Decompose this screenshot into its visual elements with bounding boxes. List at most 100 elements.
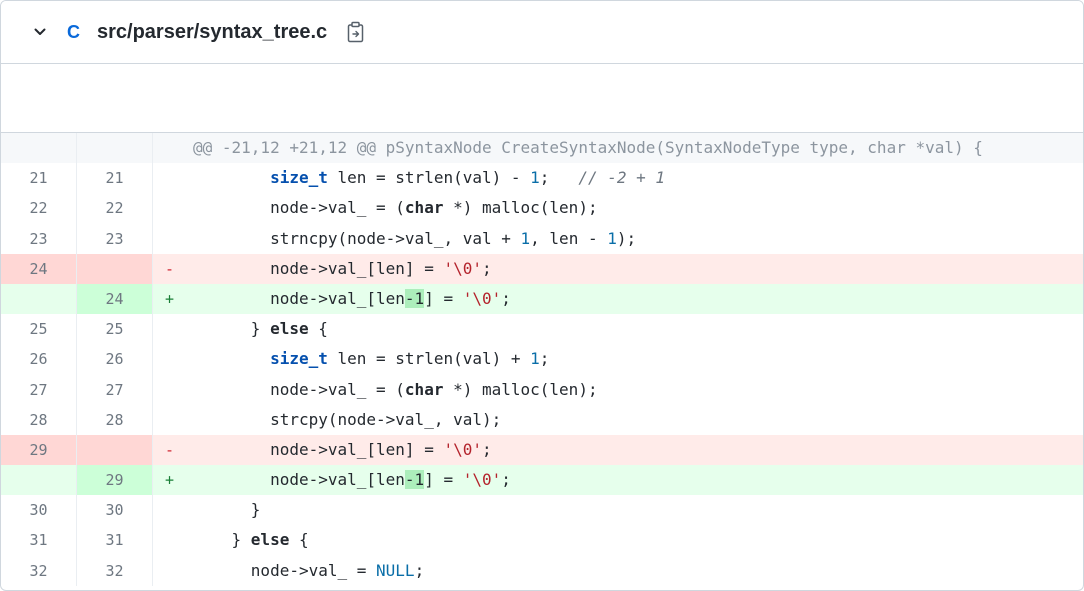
code-token: 1	[607, 228, 617, 248]
code-line: - node->val_[len] = '\0';	[153, 434, 1083, 466]
code-token: '\0'	[443, 439, 482, 459]
context-line: 32 32 node->val_ = NULL;	[1, 555, 1083, 586]
code-token: node->val_ =	[250, 560, 377, 580]
code-token: ;	[481, 258, 492, 278]
code-line: node->val_ = (char *) malloc(len);	[153, 193, 1083, 223]
deleted-line: 24 - node->val_[len] = '\0';	[1, 253, 1083, 284]
context-line: 22 22 node->val_ = (char *) malloc(len);	[1, 193, 1083, 224]
new-line-number[interactable]: 29	[77, 465, 153, 496]
code-token: );	[616, 228, 637, 248]
old-line-number[interactable]: 29	[1, 434, 77, 466]
new-line-number[interactable]: 27	[77, 374, 153, 405]
new-line-number[interactable]: 25	[77, 314, 153, 345]
diff-marker: -	[165, 259, 175, 278]
context-line: 21 21 size_t len = strlen(val) - 1; // -2…	[1, 163, 1083, 194]
new-line-number[interactable]: 32	[77, 555, 153, 586]
code-line: } else {	[153, 525, 1083, 555]
code-token: len = strlen(val) -	[327, 168, 531, 188]
old-line-number[interactable]: 22	[1, 193, 77, 224]
code-token: node->	[270, 198, 328, 218]
code-token: 1	[520, 228, 531, 248]
context-line: 25 25 } else {	[1, 314, 1083, 345]
old-line-number[interactable]: 21	[1, 163, 77, 194]
new-line-number[interactable]: 23	[77, 223, 153, 254]
code-token: else	[270, 319, 309, 339]
expand-context-bar[interactable]	[1, 64, 1083, 133]
hunk-header-row: @@ -21,12 +21,12 @@ pSyntaxNode CreateSy…	[1, 133, 1083, 164]
code-token: ;	[539, 349, 550, 369]
new-line-number[interactable]: 24	[77, 283, 153, 315]
diff-file: C src/parser/syntax_tree.c @@ -21,12 +21…	[0, 0, 1084, 591]
new-line-number[interactable]: 26	[77, 344, 153, 375]
code-token: node->val_[len] =	[270, 258, 444, 278]
new-line-number[interactable]: 22	[77, 193, 153, 224]
code-token: '\0'	[462, 288, 502, 308]
code-line: + node->val_[len-1] = '\0';	[153, 465, 1083, 496]
code-token: *) malloc(len);	[443, 198, 598, 218]
old-line-number[interactable]: 26	[1, 344, 77, 375]
code-token: {	[289, 530, 309, 550]
context-line: 30 30 }	[1, 495, 1083, 526]
file-path[interactable]: src/parser/syntax_tree.c	[97, 21, 327, 44]
code-token: node->val_[len	[270, 470, 405, 490]
old-line-number[interactable]: 31	[1, 525, 77, 556]
code-token: *) malloc(len);	[443, 379, 598, 399]
old-line-number[interactable]: 30	[1, 495, 77, 526]
code-token: {	[308, 319, 328, 339]
new-line-number[interactable]: 31	[77, 525, 153, 556]
language-badge: C	[67, 21, 80, 42]
code-token: 1	[530, 349, 540, 369]
code-token: ;	[501, 288, 511, 308]
hunk-header-text: @@ -21,12 +21,12 @@ pSyntaxNode CreateSy…	[193, 138, 983, 157]
old-line-number[interactable]: 25	[1, 314, 77, 345]
added-line: 29 + node->val_[len-1] = '\0';	[1, 465, 1083, 496]
deleted-line: 29 - node->val_[len] = '\0';	[1, 434, 1083, 466]
code-token: ;	[414, 560, 425, 580]
code-line: }	[153, 495, 1083, 525]
code-token: strncpy(node->val_, val +	[270, 228, 521, 248]
old-line-number[interactable]	[1, 465, 77, 496]
code-token: val_ = (	[327, 198, 405, 218]
code-token: ;	[539, 168, 579, 188]
code-token: NULL	[376, 560, 415, 580]
new-line-number[interactable]: 21	[77, 163, 153, 194]
hunk-new-gutter	[77, 133, 153, 164]
copy-path-icon[interactable]	[346, 21, 366, 43]
code-line: node->val_ = NULL;	[153, 556, 1083, 586]
old-line-number[interactable]: 28	[1, 404, 77, 435]
context-line: 28 28 strcpy(node->val_, val);	[1, 404, 1083, 435]
new-line-number[interactable]: 30	[77, 495, 153, 526]
diff-body: @@ -21,12 +21,12 @@ pSyntaxNode CreateSy…	[1, 133, 1083, 586]
old-line-number[interactable]	[1, 283, 77, 315]
diff-marker: -	[165, 440, 175, 459]
file-header: C src/parser/syntax_tree.c	[1, 1, 1083, 64]
context-line: 27 27 node->val_ = (char *) malloc(len);	[1, 374, 1083, 405]
code-token: ;	[501, 470, 511, 490]
old-line-number[interactable]: 23	[1, 223, 77, 254]
code-token: ] =	[424, 288, 463, 308]
new-line-number[interactable]: 28	[77, 404, 153, 435]
code-token: , len -	[530, 228, 608, 248]
new-line-number[interactable]	[77, 253, 153, 284]
code-token: char	[404, 379, 444, 399]
code-line: node->val_ = (char *) malloc(len);	[153, 375, 1083, 405]
new-line-number[interactable]	[77, 434, 153, 466]
code-token: node->val_[len	[270, 288, 405, 308]
code-token: else	[250, 530, 290, 550]
old-line-number[interactable]: 32	[1, 555, 77, 586]
chevron-down-icon[interactable]	[29, 25, 51, 39]
added-line: 24 + node->val_[len-1] = '\0';	[1, 283, 1083, 315]
code-line: strncpy(node->val_, val + 1, len - 1);	[153, 224, 1083, 254]
old-line-number[interactable]: 24	[1, 253, 77, 284]
old-line-number[interactable]: 27	[1, 374, 77, 405]
